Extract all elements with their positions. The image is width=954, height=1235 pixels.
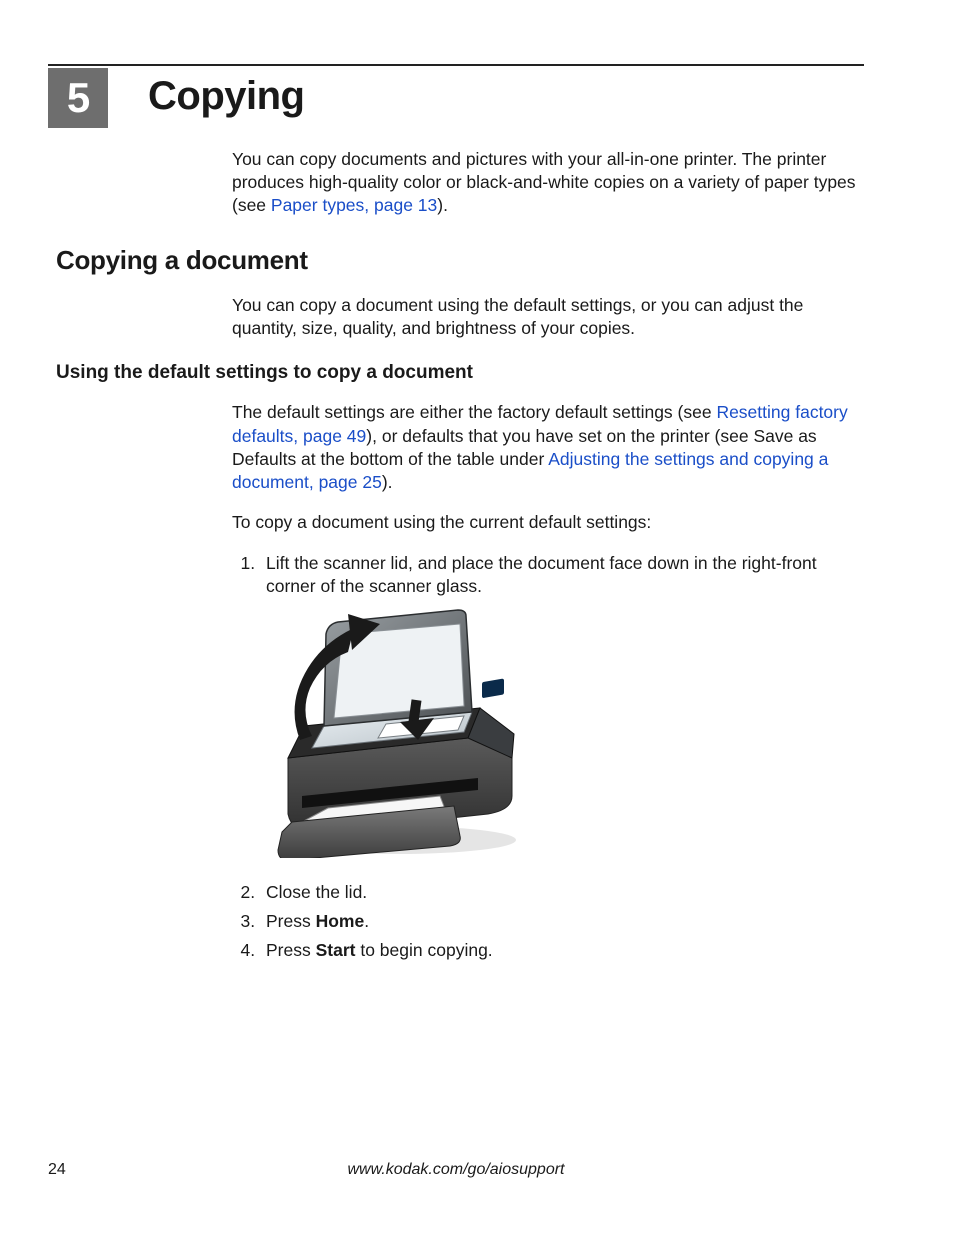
heading-default-settings: Using the default settings to copy a doc… — [56, 362, 864, 384]
step-4-post: to begin copying. — [355, 940, 492, 960]
horizontal-rule — [48, 64, 864, 66]
step-4: Press Start to begin copying. — [260, 939, 864, 962]
lead-paragraph: To copy a document using the current def… — [232, 511, 864, 534]
steps-list-continued: Close the lid. Press Home. Press Start t… — [232, 881, 864, 962]
chapter-number-badge: 5 — [48, 68, 108, 128]
step-4-bold: Start — [316, 940, 356, 960]
page-number: 24 — [48, 1161, 66, 1179]
step-3: Press Home. — [260, 910, 864, 933]
p-h3-part1: The default settings are either the fact… — [232, 402, 716, 422]
step-2: Close the lid. — [260, 881, 864, 904]
step-3-bold: Home — [316, 911, 365, 931]
intro-text-after: ). — [437, 195, 448, 215]
step-1: Lift the scanner lid, and place the docu… — [260, 552, 864, 598]
steps-list: Lift the scanner lid, and place the docu… — [232, 552, 864, 598]
p-h3-part3: ). — [382, 472, 393, 492]
intro-paragraph: You can copy documents and pictures with… — [232, 148, 864, 217]
link-paper-types[interactable]: Paper types, page 13 — [271, 195, 437, 215]
page-footer: 24 www.kodak.com/go/aiosupport — [48, 1161, 864, 1179]
copying-doc-paragraph: You can copy a document using the defaul… — [232, 294, 864, 340]
footer-url: www.kodak.com/go/aiosupport — [48, 1161, 864, 1179]
printer-figure — [268, 608, 864, 863]
chapter-header: 5 Copying — [48, 68, 864, 128]
chapter-title: Copying — [148, 74, 304, 128]
printer-lift-lid-illustration — [268, 608, 528, 858]
step-3-pre: Press — [266, 911, 316, 931]
step-4-pre: Press — [266, 940, 316, 960]
step-3-post: . — [364, 911, 369, 931]
heading-copying-a-document: Copying a document — [56, 245, 864, 276]
default-settings-paragraph: The default settings are either the fact… — [232, 401, 864, 493]
